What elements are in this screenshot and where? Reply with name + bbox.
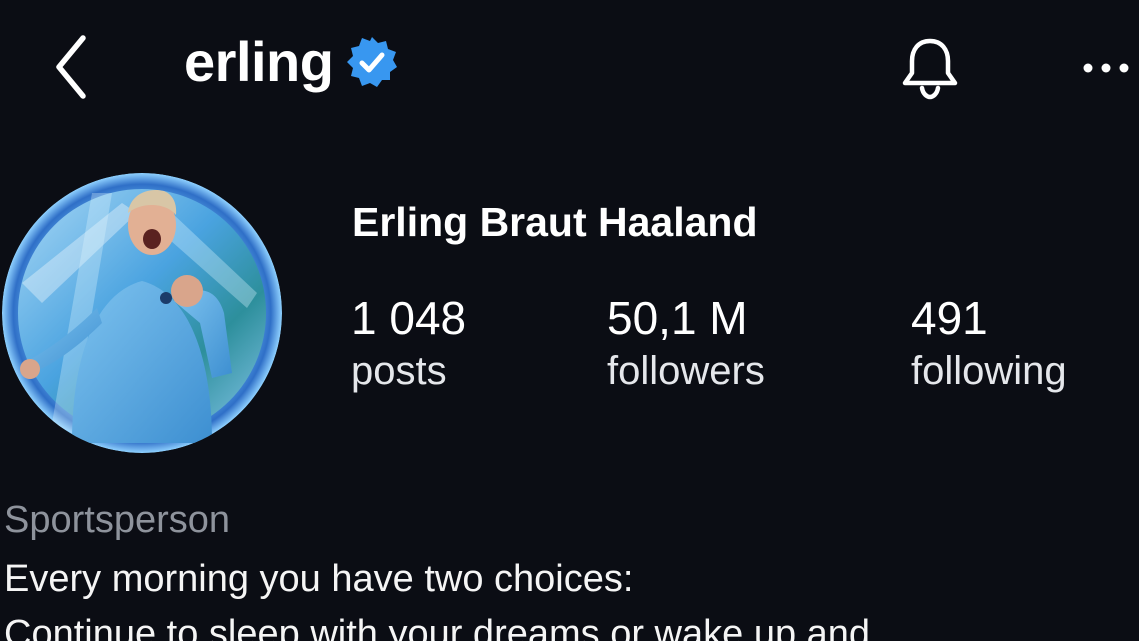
username: erling: [184, 30, 334, 93]
profile-photo: [2, 173, 282, 453]
followers-count: 50,1 M: [607, 292, 748, 344]
followers-label: followers: [607, 348, 765, 393]
back-button[interactable]: [38, 28, 104, 106]
verified-badge-icon: [345, 35, 399, 89]
followers-stat[interactable]: 50,1 M followers: [607, 292, 765, 397]
posts-count: 1 048: [351, 292, 467, 344]
following-label: following: [911, 348, 1067, 393]
profile-screen: erling Erling Braut Haaland 1 048 posts …: [0, 0, 1139, 641]
following-count: 491: [911, 292, 988, 344]
following-stat[interactable]: 491 following: [911, 292, 1067, 397]
more-horizontal-icon: [1083, 63, 1129, 73]
bio-line: Every morning you have two choices:: [4, 558, 634, 600]
bell-icon: [902, 38, 958, 100]
bio-line: Continue to sleep with your dreams or wa…: [4, 613, 871, 641]
username-header: erling: [184, 34, 399, 90]
chevron-left-icon: [56, 35, 86, 99]
profile-full-name: Erling Braut Haaland: [352, 199, 758, 245]
profile-category: Sportsperson: [4, 499, 231, 541]
posts-stat[interactable]: 1 048 posts: [351, 292, 466, 397]
profile-avatar[interactable]: [2, 173, 282, 453]
more-options-button[interactable]: [1072, 40, 1139, 96]
posts-label: posts: [351, 348, 447, 393]
notifications-button[interactable]: [892, 30, 968, 106]
